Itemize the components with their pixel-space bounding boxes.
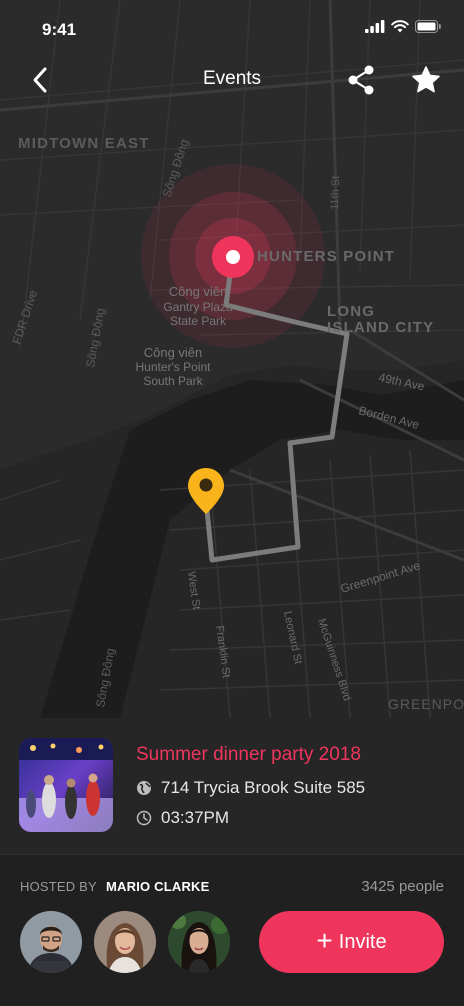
avatar-woman-dark-hair-image [168, 911, 230, 973]
share-icon [348, 65, 374, 95]
map-label-song-dong-1: Sông Đông [83, 307, 107, 369]
map-label-west-st: West St [185, 571, 202, 611]
event-card[interactable]: Summer dinner party 2018 714 Trycia Broo… [0, 718, 464, 854]
event-thumbnail [19, 738, 113, 832]
host-section: HOSTED BY MARIO CLARKE 3425 people + Inv… [0, 854, 464, 1006]
favorite-button[interactable] [408, 62, 444, 98]
status-time: 9:41 [42, 20, 77, 39]
map-label-borden-ave: Borden Ave [357, 403, 421, 432]
map-label-lic-2: ISLAND CITY [327, 319, 434, 336]
status-bar: 9:41 [0, 0, 464, 56]
nav-bar: Events [0, 56, 464, 106]
map-label-midtown-east: MIDTOWN EAST [18, 135, 150, 152]
page-title: Events [202, 68, 262, 89]
star-icon [412, 66, 440, 93]
map-label-song-dong-2: Sông Đông [160, 137, 192, 198]
map-label-greenpoint: GREENPOINT [388, 696, 464, 712]
map-label-park2-b: Hunter's Point [136, 360, 212, 374]
share-button[interactable] [344, 62, 378, 98]
map-label-park1-a: Công viên [169, 284, 228, 299]
globe-icon [137, 781, 151, 795]
event-time: 03:37PM [161, 808, 230, 827]
signal-icon [365, 20, 385, 33]
people-count: 3425 people [361, 878, 444, 895]
plus-icon: + [316, 924, 333, 956]
battery-icon [415, 20, 441, 33]
map-label-49th-ave: 49th Ave [377, 370, 426, 393]
host-name[interactable]: MARIO CLARKE [106, 879, 210, 894]
event-address: 714 Trycia Brook Suite 585 [161, 778, 366, 797]
map-label-franklin-st: Franklin St [213, 625, 232, 679]
hosted-by-label: HOSTED BY [20, 879, 97, 894]
map-label-mcguinness: McGuinness Blvd [315, 617, 353, 702]
map-label-park2-c: South Park [143, 374, 203, 388]
origin-pin-icon[interactable] [186, 466, 226, 516]
map-label-hunters-point: HUNTERS POINT [257, 248, 395, 265]
map-label-greenpoint-ave: Greenpoint Ave [339, 558, 422, 596]
event-address-row: 714 Trycia Brook Suite 585 [136, 778, 365, 798]
destination-marker[interactable] [211, 235, 255, 279]
avatar[interactable] [168, 911, 230, 973]
map-label-fdr-drive: FDR Drive [10, 288, 41, 346]
event-time-row: 03:37PM [136, 808, 229, 828]
event-title: Summer dinner party 2018 [136, 744, 361, 765]
clock-icon [136, 810, 152, 826]
map-label-song-dong-3: Sông Đông [93, 647, 117, 709]
status-icons [365, 20, 442, 33]
map-labels: MIDTOWN EAST HUNTERS POINT LONG ISLAND C… [10, 135, 464, 712]
avatar[interactable] [20, 911, 82, 973]
map-label-park1-b: Gantry Plaza [163, 300, 233, 314]
invite-label: Invite [338, 930, 387, 953]
avatar-woman-image [94, 911, 156, 973]
map-label-11th-st: 11th St [329, 176, 342, 210]
map-label-park2-a: Công viên [144, 345, 203, 360]
map-view[interactable]: MIDTOWN EAST HUNTERS POINT LONG ISLAND C… [0, 0, 464, 718]
invite-button[interactable]: + Invite [259, 911, 444, 973]
map-label-lic-1: LONG [327, 303, 375, 320]
wifi-icon [391, 20, 409, 33]
map-label-park1-c: State Park [170, 314, 227, 328]
avatar[interactable] [94, 911, 156, 973]
avatar-man-image [20, 911, 82, 973]
map-label-leonard-st: Leonard St [281, 610, 304, 665]
party-photo-image [19, 738, 113, 832]
